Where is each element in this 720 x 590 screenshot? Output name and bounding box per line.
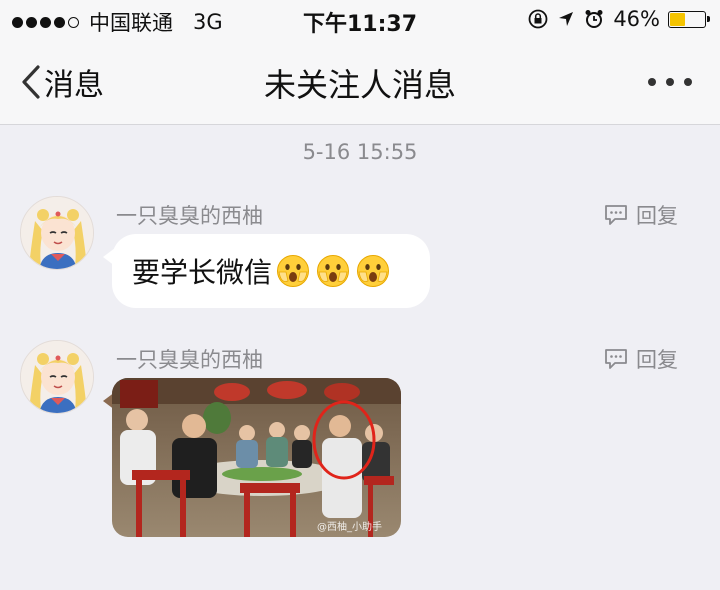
battery-fill [670, 12, 685, 26]
photo-watermark: @西柚_小助手 [317, 520, 382, 533]
reply-comment-icon [605, 205, 627, 225]
more-options-button[interactable] [648, 78, 692, 86]
scared-face-icon [317, 255, 350, 287]
scared-face-icon [277, 255, 310, 287]
photo-message[interactable]: @西柚_小助手 [112, 378, 401, 537]
battery-percent: 46% [613, 7, 660, 31]
more-dot-icon [684, 78, 692, 86]
sailor-moon-avatar-icon [21, 341, 93, 413]
more-dot-icon [666, 78, 674, 86]
scared-face-icon [357, 255, 390, 287]
reply-label: 回复 [636, 204, 678, 228]
battery-icon [668, 10, 710, 28]
avatar[interactable] [20, 196, 94, 270]
orientation-lock-icon [528, 9, 548, 29]
reply-comment-icon [605, 349, 627, 369]
message-timestamp: 5-16 15:55 [302, 140, 418, 164]
group-dinner-photo-icon: @西柚_小助手 [112, 378, 401, 537]
message-bubble[interactable]: 要学长微信 [103, 234, 430, 308]
sender-name: 一只臭臭的西柚 [116, 348, 263, 372]
reply-button[interactable]: 回复 [604, 344, 678, 374]
status-indicators: 46% [527, 7, 710, 31]
reply-button[interactable]: 回复 [604, 200, 678, 230]
avatar[interactable] [20, 340, 94, 414]
status-bar: 中国联通 3G 下午11:37 46% [0, 0, 720, 40]
navigation-bar: 消息 未关注人消息 [0, 40, 720, 125]
sailor-moon-avatar-icon [21, 197, 93, 269]
emoji-row [276, 254, 390, 288]
location-arrow-icon [559, 12, 574, 26]
alarm-clock-icon [585, 10, 603, 28]
reply-label: 回复 [636, 348, 678, 372]
page-title: 未关注人消息 [263, 66, 456, 104]
more-dot-icon [648, 78, 656, 86]
message-text: 要学长微信 [132, 256, 273, 289]
sender-name: 一只臭臭的西柚 [116, 204, 263, 228]
